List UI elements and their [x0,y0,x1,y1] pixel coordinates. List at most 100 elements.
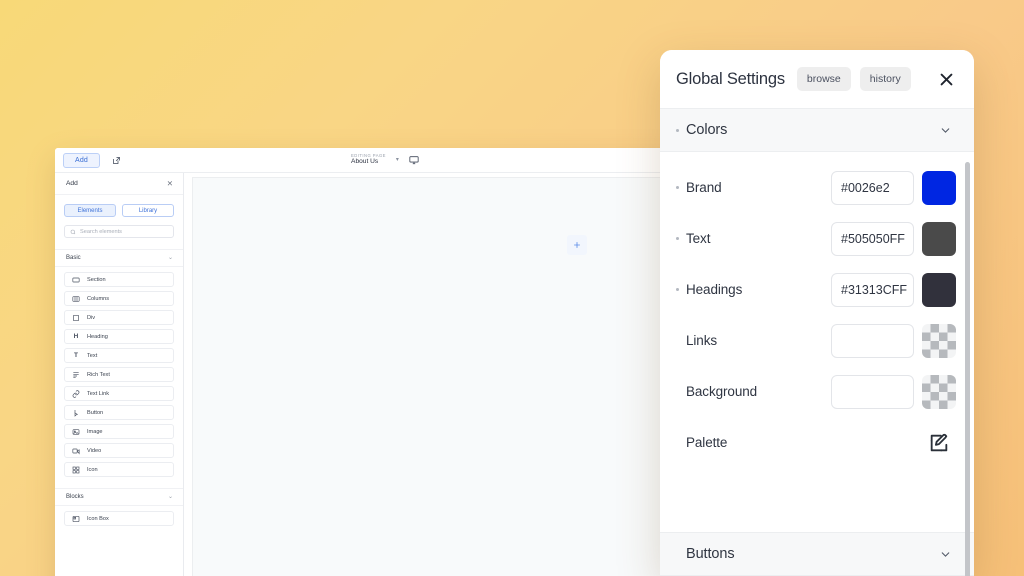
list-item[interactable]: T Text [64,348,174,363]
color-label: Text [686,231,710,246]
list-item-label: Icon Box [87,516,109,522]
element-list-blocks: Icon Box [55,506,183,526]
hex-input-headings[interactable]: #31313CFF [831,273,914,307]
close-icon[interactable] [936,69,956,89]
list-item[interactable]: Section [64,272,174,287]
browse-button[interactable]: browse [797,67,851,92]
add-panel-title: Add [66,180,78,187]
group-header-blocks[interactable]: Blocks ⌄ [55,488,183,506]
color-label: Background [686,384,757,399]
color-swatch-links[interactable] [922,324,956,358]
list-item[interactable]: Video [64,443,174,458]
list-item-label: Rich Text [87,372,110,378]
list-item[interactable]: Icon [64,462,174,477]
add-panel-tabs: Elements Library [55,195,183,217]
list-item-label: Columns [87,296,109,302]
canvas-add-element-button[interactable] [567,235,587,255]
list-item[interactable]: Button [64,405,174,420]
add-button[interactable]: Add [63,153,100,168]
editor-canvas[interactable] [184,173,715,576]
div-icon [72,314,80,322]
section-title-buttons: Buttons [676,546,734,562]
add-panel-close-icon[interactable]: ✕ [167,180,173,188]
color-bullet-icon [676,288,679,291]
list-item-label: Text [87,353,97,359]
color-bullet-icon [676,237,679,240]
link-icon [72,390,80,398]
edit-square-icon[interactable] [109,153,123,167]
list-item-label: Button [87,410,103,416]
search-placeholder: Search elements [80,229,122,235]
color-label-links-wrap: Links [676,333,831,348]
list-item[interactable]: Div [64,310,174,325]
desktop-icon[interactable] [409,155,419,165]
hex-value: #505050FF [841,232,905,246]
color-swatch-headings[interactable] [922,273,956,307]
hex-input-background[interactable] [831,375,914,409]
editor-toolbar: Add EDITING PAGE About Us ▾ [55,148,715,173]
list-item-label: Heading [87,334,108,340]
list-item-label: Div [87,315,95,321]
list-item[interactable]: Image [64,424,174,439]
editing-page-meta: EDITING PAGE About Us [351,154,386,166]
image-icon [72,428,80,436]
hex-input-links[interactable] [831,324,914,358]
section-header-buttons[interactable]: Buttons [660,532,974,576]
global-settings-panel: Global Settings browse history Colors Br… [660,50,974,576]
list-item-label: Image [87,429,103,435]
icon-grid-icon [72,466,80,474]
button-icon [72,409,80,417]
group-header-basic[interactable]: Basic ⌄ [55,249,183,267]
palette-label-wrap: Palette [676,435,925,450]
edit-square-icon[interactable] [925,429,953,457]
rich-text-icon [72,371,80,379]
history-button[interactable]: history [860,67,911,92]
editor-window: Add EDITING PAGE About Us ▾ Add ✕ [55,148,715,576]
color-bullet-icon [676,186,679,189]
columns-icon [72,295,80,303]
list-item[interactable]: H Heading [64,329,174,344]
settings-panel-scrollbar[interactable] [965,162,970,576]
heading-icon: H [72,333,80,341]
tab-elements[interactable]: Elements [64,204,116,217]
color-label-background-wrap: Background [676,384,831,399]
color-label-text-wrap: Text [676,231,831,246]
color-swatch-background[interactable] [922,375,956,409]
color-label: Links [686,333,717,348]
hex-input-text[interactable]: #505050FF [831,222,914,256]
list-item[interactable]: Rich Text [64,367,174,382]
page-select-caret-icon[interactable]: ▾ [396,157,399,163]
color-swatch-text[interactable] [922,222,956,256]
list-item-label: Video [87,448,101,454]
video-icon [72,447,80,455]
palette-row: Palette [676,417,956,468]
color-label: Headings [686,282,742,297]
group-title-blocks: Blocks [66,494,84,500]
settings-header: Global Settings browse history [660,50,974,108]
page-indicator: EDITING PAGE About Us ▾ [55,154,715,166]
hex-input-brand[interactable]: #0026e2 [831,171,914,205]
tab-library[interactable]: Library [122,204,174,217]
color-row-headings: Headings #31313CFF [676,264,956,315]
text-icon: T [72,352,80,360]
color-swatch-brand[interactable] [922,171,956,205]
color-label-headings-wrap: Headings [676,282,831,297]
colors-section-body: Brand #0026e2 Text #505050FF Headings [660,152,974,532]
color-label: Brand [686,180,722,195]
search-elements-wrap: Search elements [55,217,183,238]
current-page-name: About Us [351,159,386,166]
section-icon [72,276,80,284]
chevron-down-icon[interactable] [938,123,952,137]
chevron-down-icon: ⌄ [168,255,173,261]
hex-value: #0026e2 [841,181,890,195]
list-item[interactable]: Columns [64,291,174,306]
list-item[interactable]: Text Link [64,386,174,401]
list-item[interactable]: Icon Box [64,511,174,526]
search-input[interactable]: Search elements [64,225,174,238]
section-header-colors[interactable]: Colors [660,108,974,152]
chevron-down-icon[interactable] [938,547,952,561]
palette-label: Palette [686,435,727,450]
canvas-sheet[interactable] [192,177,715,576]
add-panel-header: Add ✕ [55,173,183,195]
search-icon [70,229,76,235]
